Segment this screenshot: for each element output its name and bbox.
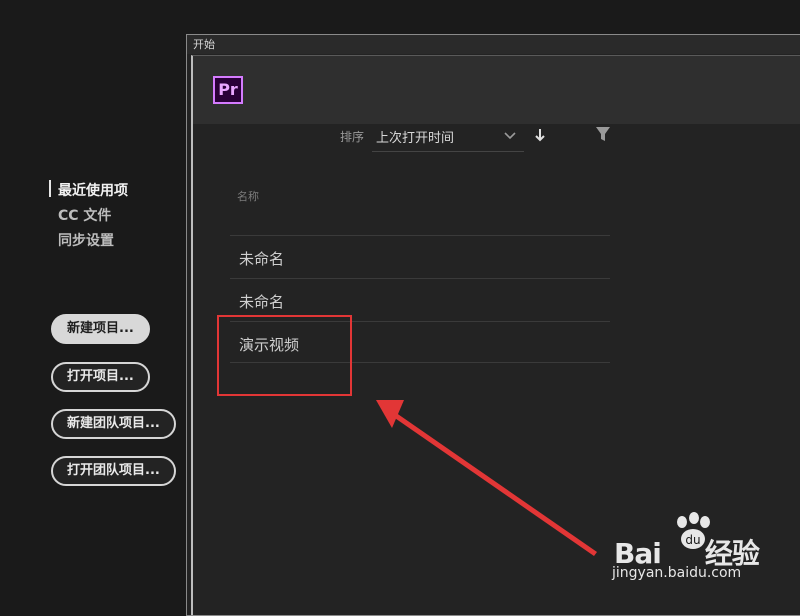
list-item[interactable]: 未命名 <box>230 235 610 278</box>
sidebar-item-sync-settings[interactable]: 同步设置 <box>58 230 114 250</box>
open-team-project-button[interactable]: 打开团队项目... <box>51 456 176 486</box>
sort-dropdown[interactable]: 上次打开时间 <box>372 122 524 152</box>
watermark-site: jingyan.baidu.com <box>612 565 742 581</box>
chevron-down-icon <box>504 132 516 140</box>
filter-icon[interactable] <box>596 126 610 142</box>
active-indicator <box>49 180 51 197</box>
sidebar-item-recent[interactable]: 最近使用项 <box>58 180 128 200</box>
premiere-logo: Pr <box>213 76 243 104</box>
highlight-box <box>217 315 352 396</box>
baidu-watermark: du Bai 经验 jingyan.baidu.com <box>612 512 782 582</box>
open-project-button[interactable]: 打开项目... <box>51 362 150 392</box>
column-header-name: 名称 <box>237 190 259 203</box>
window-title: 开始 <box>187 35 800 54</box>
new-project-button[interactable]: 新建项目... <box>51 314 150 344</box>
new-team-project-button[interactable]: 新建团队项目... <box>51 409 176 439</box>
list-item-name: 未命名 <box>239 293 285 311</box>
sort-selected-value: 上次打开时间 <box>376 131 455 146</box>
sort-label: 排序 <box>340 130 365 144</box>
sort-descending-icon[interactable] <box>534 128 546 142</box>
sidebar-item-cc-files[interactable]: CC 文件 <box>58 205 111 225</box>
list-item-name: 未命名 <box>239 250 285 268</box>
app-header: Pr <box>193 56 800 124</box>
